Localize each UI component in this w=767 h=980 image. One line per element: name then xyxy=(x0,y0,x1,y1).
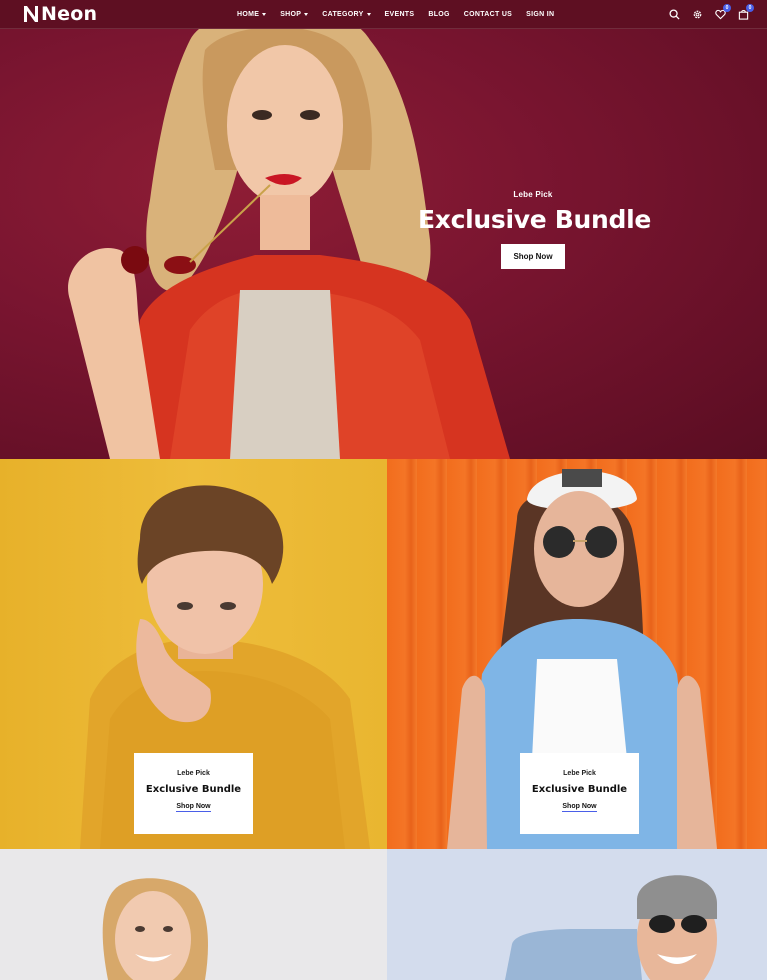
gear-icon xyxy=(693,10,701,19)
logo[interactable]: Neon xyxy=(22,3,97,25)
nav-label: CATEGORY xyxy=(322,11,364,18)
wishlist-button[interactable]: 0 xyxy=(714,3,731,21)
nav-item-events[interactable]: EVENTS xyxy=(385,11,415,18)
promo-tile-3 xyxy=(0,849,387,980)
promo-tile-1: Lebe Pick Exclusive Bundle Shop Now xyxy=(0,459,387,849)
nav-item-shop[interactable]: SHOP xyxy=(280,11,309,18)
cart-count-badge: 0 xyxy=(746,3,754,12)
main-nav: HOME SHOP CATEGORY EVENTS BLOG CONTACT U… xyxy=(237,0,568,29)
settings-button[interactable] xyxy=(691,9,703,21)
caret-down-icon xyxy=(304,13,309,16)
site-header: Neon HOME SHOP CATEGORY EVENTS BLOG CONT… xyxy=(0,0,767,29)
cart-button[interactable]: 0 xyxy=(737,3,754,21)
hero-shop-now-button[interactable]: Shop Now xyxy=(501,244,565,269)
promo-card-shop-now-link[interactable]: Shop Now xyxy=(176,803,211,812)
hero-content: Lebe Pick Exclusive Bundle Shop Now xyxy=(418,190,652,269)
hero-banner: Lebe Pick Exclusive Bundle Shop Now xyxy=(0,0,767,459)
caret-down-icon xyxy=(262,13,267,16)
nav-item-blog[interactable]: BLOG xyxy=(428,11,449,18)
nav-label: CONTACT US xyxy=(463,11,513,18)
nav-item-category[interactable]: CATEGORY xyxy=(322,11,371,18)
header-icons: 0 0 xyxy=(668,0,754,29)
promo-card-eyebrow: Lebe Pick xyxy=(563,770,596,777)
hero-title: Exclusive Bundle xyxy=(418,205,652,234)
promo-card-title: Exclusive Bundle xyxy=(531,784,628,795)
logo-text: Neon xyxy=(41,3,98,25)
promo-card-eyebrow: Lebe Pick xyxy=(177,770,210,777)
promo-card-title: Exclusive Bundle xyxy=(145,784,242,795)
promo-tile-4 xyxy=(387,849,767,980)
hero-eyebrow: Lebe Pick xyxy=(513,190,553,199)
promo-tile-2: Lebe Pick Exclusive Bundle Shop Now xyxy=(387,459,767,849)
nav-label: HOME xyxy=(237,11,260,18)
promo-card-shop-now-link[interactable]: Shop Now xyxy=(562,803,597,812)
caret-down-icon xyxy=(366,13,371,16)
nav-item-sign-in[interactable]: SIGN IN xyxy=(526,11,554,18)
promo-tile-4-image xyxy=(505,875,717,980)
nav-label: SIGN IN xyxy=(526,11,555,18)
promo-card-1: Lebe Pick Exclusive Bundle Shop Now xyxy=(134,753,253,834)
nav-label: EVENTS xyxy=(384,11,415,18)
promo-tile-3-image xyxy=(102,878,208,980)
nav-item-home[interactable]: HOME xyxy=(237,11,267,18)
wishlist-count-badge: 0 xyxy=(723,3,731,12)
search-icon xyxy=(668,9,680,20)
nav-item-contact-us[interactable]: CONTACT US xyxy=(464,11,512,18)
promo-card-2: Lebe Pick Exclusive Bundle Shop Now xyxy=(520,753,639,834)
nav-label: SHOP xyxy=(280,11,302,18)
nav-label: BLOG xyxy=(428,11,450,18)
logo-mark-icon xyxy=(24,6,38,22)
search-button[interactable] xyxy=(668,9,680,21)
